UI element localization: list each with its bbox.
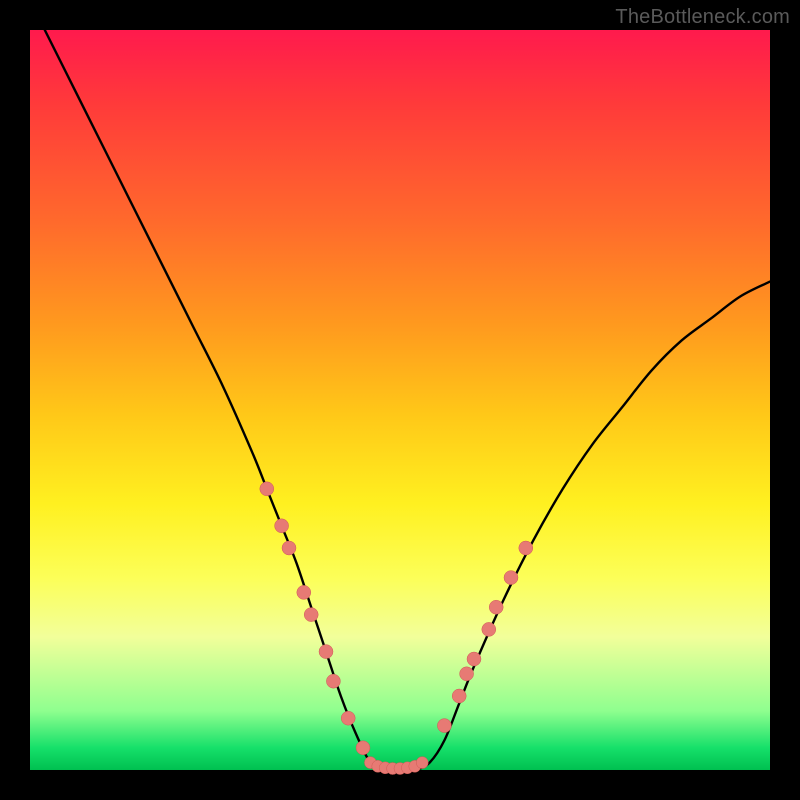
data-marker xyxy=(341,711,355,725)
plot-area xyxy=(30,30,770,770)
data-marker xyxy=(489,600,503,614)
data-marker xyxy=(326,674,340,688)
markers xyxy=(260,482,533,775)
bottleneck-curve xyxy=(45,30,770,771)
data-marker xyxy=(282,541,296,555)
data-marker xyxy=(460,667,474,681)
data-marker xyxy=(519,541,533,555)
data-marker xyxy=(275,519,289,533)
data-marker xyxy=(504,571,518,585)
data-marker xyxy=(297,585,311,599)
data-marker xyxy=(437,719,451,733)
data-marker xyxy=(319,645,333,659)
data-marker xyxy=(260,482,274,496)
curve-svg xyxy=(30,30,770,770)
data-marker xyxy=(416,757,428,769)
data-marker xyxy=(452,689,466,703)
data-marker xyxy=(467,652,481,666)
attribution-label: TheBottleneck.com xyxy=(615,6,790,29)
data-marker xyxy=(482,622,496,636)
data-marker xyxy=(304,608,318,622)
data-marker xyxy=(356,741,370,755)
chart-frame: TheBottleneck.com xyxy=(0,0,800,800)
